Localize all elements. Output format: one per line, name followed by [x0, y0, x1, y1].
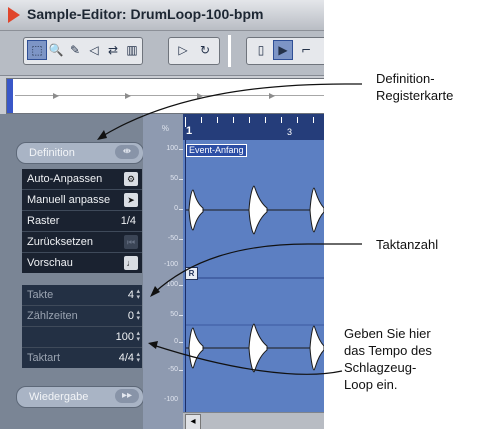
callout-line: Loop ein. [344, 377, 398, 392]
callout-line: das Tempo des [344, 343, 432, 358]
callout-definition: Definition- Registerkarte [376, 70, 453, 104]
callout-line: Schlagzeug- [344, 360, 417, 375]
callout-line: Registerkarte [376, 88, 454, 103]
callout-line: Definition- [376, 71, 435, 86]
callout-tempo: Geben Sie hier das Tempo des Schlagzeug-… [344, 325, 486, 393]
callout-bars: Taktanzahl [376, 236, 438, 253]
callout-line: Geben Sie hier [344, 326, 431, 341]
callout-line: Taktanzahl [376, 237, 439, 252]
